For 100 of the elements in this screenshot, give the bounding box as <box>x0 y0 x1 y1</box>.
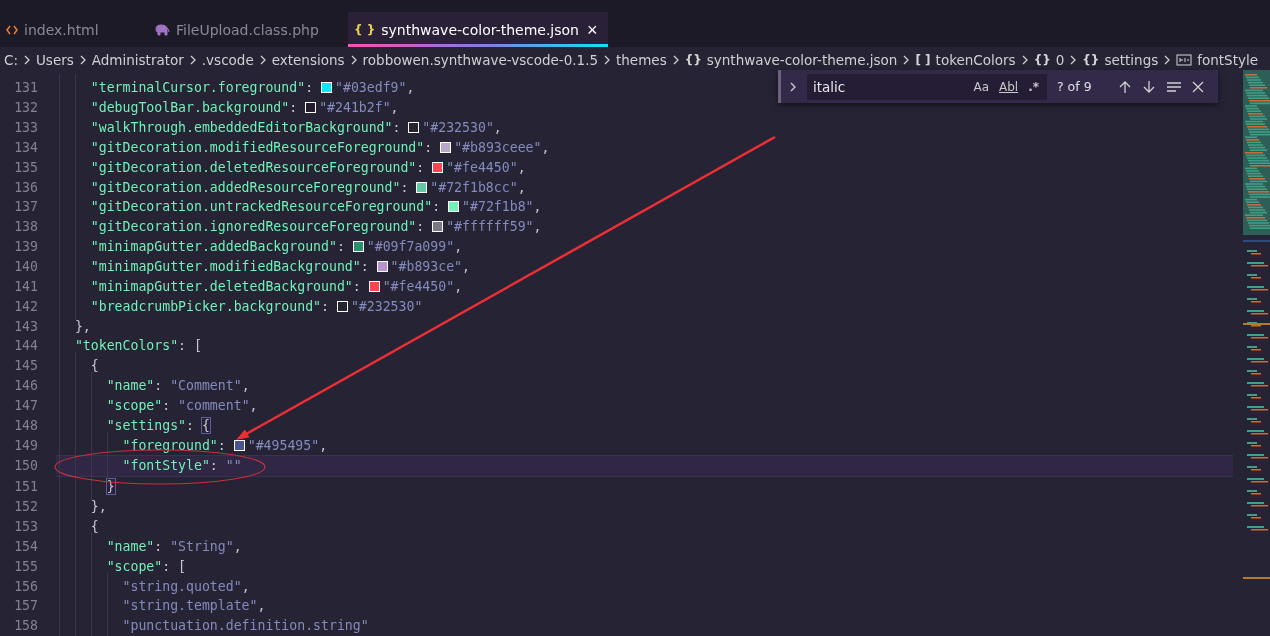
punctuation: , <box>241 578 250 594</box>
curly-braces-icon: { } <box>354 22 376 37</box>
json-string: "#09f7a099" <box>366 239 455 255</box>
punctuation: : <box>154 378 164 394</box>
punctuation: , <box>517 159 526 175</box>
square-brackets-icon: [ ] <box>915 52 931 67</box>
punctuation: : <box>416 219 426 235</box>
json-string: "#72f1b8cc" <box>430 179 518 195</box>
close-icon[interactable] <box>1191 80 1204 93</box>
chevron-right-icon <box>1163 53 1172 66</box>
json-string: "#ffffff59" <box>446 219 534 235</box>
chevron-right-icon <box>23 53 31 66</box>
punctuation: , <box>406 80 415 96</box>
line-number: 136 <box>13 179 39 195</box>
line-number: 141 <box>13 278 39 294</box>
breadcrumb-item[interactable]: robbowen.synthwave-vscode-0.1.5 <box>362 51 598 68</box>
editor-tab[interactable]: FileUpload.class.php <box>140 12 348 47</box>
chevron-right-icon <box>603 53 611 66</box>
line-number: 148 <box>13 417 39 433</box>
breadcrumb-item[interactable]: Administrator <box>91 51 184 68</box>
punctuation: , <box>319 437 328 453</box>
chevron-right-icon <box>671 53 680 66</box>
punctuation: : <box>162 397 172 413</box>
curly-braces-icon: {} <box>684 52 702 67</box>
punctuation: : <box>289 100 299 116</box>
punctuation: : <box>392 120 402 136</box>
color-swatch[interactable] <box>416 181 428 193</box>
color-swatch[interactable] <box>408 122 420 134</box>
punctuation: , <box>533 219 542 235</box>
selection-lines-icon[interactable] <box>1165 79 1182 94</box>
json-key: "minimapGutter.deletedBackground" <box>59 278 353 294</box>
punctuation: , <box>257 598 266 614</box>
punctuation: : <box>336 239 346 255</box>
color-swatch[interactable] <box>233 439 245 451</box>
arrow-up-icon[interactable] <box>1117 79 1132 94</box>
punctuation: }, <box>89 499 107 515</box>
punctuation: , <box>454 239 463 255</box>
punctuation: , <box>517 179 526 195</box>
chevron-right-icon <box>1069 53 1078 66</box>
line-number: 150 <box>13 458 39 474</box>
json-key: "name" <box>59 538 155 554</box>
line-number: 158 <box>13 618 39 634</box>
json-string: "Comment" <box>170 378 242 394</box>
breadcrumb-item[interactable]: fontStyle <box>1197 51 1259 68</box>
breadcrumb-item[interactable]: themes <box>616 51 667 68</box>
curly-braces-icon: {} <box>1082 52 1100 67</box>
breadcrumb-item[interactable]: extensions <box>271 51 345 68</box>
breadcrumb-item[interactable]: settings <box>1104 51 1159 68</box>
color-swatch[interactable] <box>376 261 388 272</box>
breadcrumb-item[interactable]: C: <box>4 51 18 68</box>
line-number: 156 <box>13 578 39 594</box>
punctuation: , <box>233 538 242 554</box>
punctuation: , <box>533 199 542 215</box>
color-swatch[interactable] <box>321 82 333 94</box>
line-number: 142 <box>13 298 39 314</box>
json-key: "scope" <box>59 558 163 574</box>
color-swatch[interactable] <box>336 300 348 312</box>
chevron-right-icon <box>258 53 267 66</box>
json-key: "gitDecoration.untrackedResourceForeground" <box>59 199 433 215</box>
breadcrumb-item[interactable]: 0 <box>1055 51 1065 68</box>
json-key: "walkThrough.embeddedEditorBackground" <box>59 120 393 136</box>
line-number: 134 <box>13 139 39 155</box>
color-swatch[interactable] <box>440 141 452 153</box>
breadcrumb-item[interactable]: Users <box>36 51 74 68</box>
color-swatch[interactable] <box>305 102 317 114</box>
search-option-toggle[interactable]: .* <box>1026 79 1041 94</box>
search-option-toggle[interactable]: Aa <box>971 79 991 94</box>
search-field[interactable]: italic Aa Abl .* <box>807 73 1047 100</box>
breadcrumb-item[interactable]: synthwave-color-theme.json <box>706 51 898 68</box>
color-swatch[interactable] <box>368 280 380 292</box>
punctuation: : [ <box>162 558 187 574</box>
punctuation: : <box>186 417 195 433</box>
tab-label: synthwave-color-theme.json <box>381 21 579 38</box>
line-number: 132 <box>13 100 39 116</box>
color-swatch[interactable] <box>352 241 364 253</box>
color-swatch[interactable] <box>432 221 444 233</box>
tab-label: FileUpload.class.php <box>176 21 319 38</box>
line-number: 139 <box>13 239 39 255</box>
editor-tab[interactable]: { } synthwave-color-theme.json × <box>348 12 608 47</box>
punctuation: : [ <box>178 338 202 354</box>
arrow-down-icon[interactable] <box>1141 79 1156 94</box>
punctuation: : <box>352 278 362 294</box>
punctuation: { <box>89 358 99 374</box>
editor-tab[interactable]: index.html <box>0 12 140 47</box>
search-option-toggle[interactable]: Abl <box>997 79 1021 94</box>
line-number: 131 <box>13 80 39 96</box>
color-swatch[interactable] <box>448 201 460 213</box>
chevron-right-icon[interactable] <box>789 80 797 93</box>
json-key: "debugToolBar.background" <box>59 100 290 116</box>
breadcrumb-item[interactable]: .vscode <box>201 51 254 68</box>
json-string: "#232530" <box>422 120 494 136</box>
punctuation: , <box>462 259 470 274</box>
breadcrumb-item[interactable]: tokenColors <box>935 51 1016 68</box>
close-tab-button[interactable]: × <box>585 20 600 39</box>
color-swatch[interactable] <box>432 161 444 173</box>
punctuation: : <box>360 259 370 274</box>
punctuation: : <box>209 458 219 474</box>
line-number: 145 <box>13 358 39 374</box>
line-number: 138 <box>13 219 39 235</box>
punctuation: : <box>321 298 330 314</box>
